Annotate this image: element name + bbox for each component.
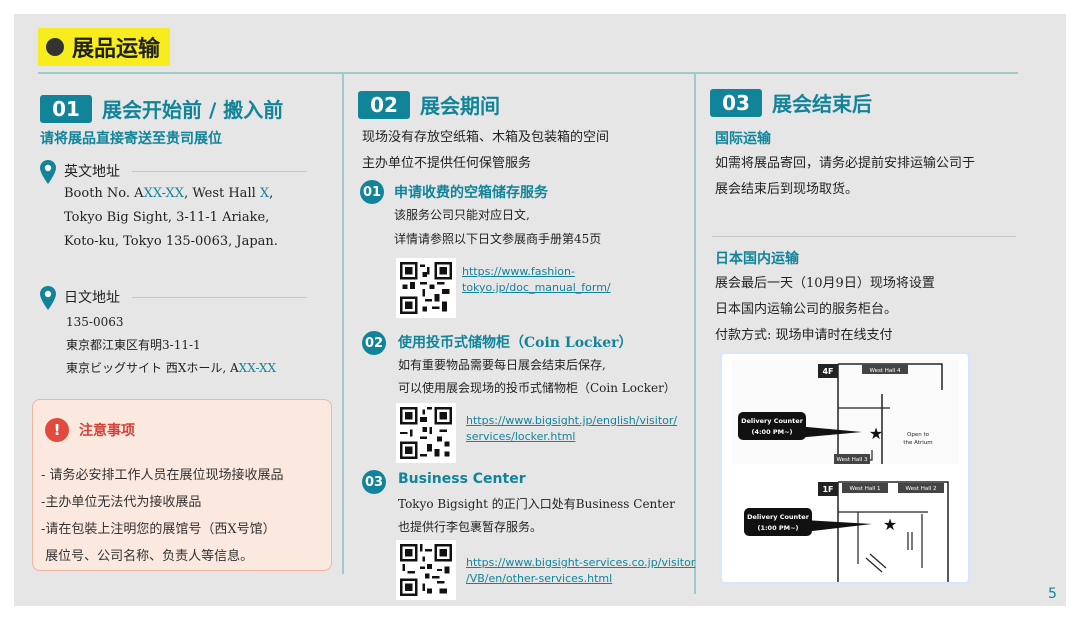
text: Booth No. A [64,186,144,201]
section-3-badge: 03 [710,88,762,117]
qr-code-icon [396,258,456,318]
intl-shipping-line-2: 展会结束后到现场取货。 [715,182,859,197]
divider [712,236,1016,237]
atrium-label-2: the Atrium [903,440,932,446]
section-3-title: 展会结束后 [772,92,872,116]
section-2-line-1: 现场没有存放空纸箱、木箱及包装箱的空间 [362,130,610,145]
booth-placeholder: XX-XX [143,186,185,201]
item-3-desc-1: Tokyo Bigsight 的正门入口处有Business Center [398,497,675,511]
en-address-line-3: Koto-ku, Tokyo 135-0063, Japan. [64,234,278,249]
item-3-number: 03 [362,470,386,494]
floor-1f-label: 1F [822,485,833,494]
star-marker-icon: ★ [869,424,883,443]
divider [132,171,307,172]
jp-address-label: 日文地址 [64,290,120,306]
hall-placeholder: X [259,186,270,201]
item-3-link[interactable]: https://www.bigsight-services.co.jp/visi… [466,555,695,587]
link-text[interactable]: /VB/en/other-services.html [466,571,695,587]
notice-item: -请在包裝上注明您的展馆号（西X号馆） [41,522,276,537]
hall-2-label: West Hall 2 [905,486,936,492]
hall-1-label: West Hall 1 [849,486,880,492]
link-text[interactable]: https://www.bigsight-services.co.jp/visi… [466,555,695,571]
intl-shipping-title: 国际运输 [715,131,771,147]
link-text[interactable]: https://www.bigsight.jp/english/visitor/ [466,413,677,429]
domestic-shipping-line-2: 日本国内运输公司的服务柜台。 [715,302,898,317]
counter-top-label: Delivery Counter [741,417,804,425]
column-divider-1 [342,74,344,574]
floor-map: 4F West Hall 4 West Hall 3 Open to the A… [719,351,971,585]
notice-list: - 请务必安排工作人员在展位现场接收展品 -主办单位无法代为接收展品 -请在包裝… [41,462,284,570]
domestic-shipping-line-1: 展会最后一天（10月9日）现场将设置 [715,276,935,291]
item-2-number: 02 [362,331,386,355]
link-text[interactable]: services/locker.html [466,429,677,445]
hall-3-label: West Hall 3 [836,457,868,463]
counter-bottom-label: Delivery Counter [747,513,810,521]
item-1-number: 01 [360,180,384,204]
page-title: 展品运输 [72,36,161,62]
payment-method: 付款方式: 现场申请时在线支付 [715,328,893,343]
item-2-title: 使用投币式储物柜（Coin Locker） [398,335,633,351]
link-text[interactable]: tokyo.jp/doc_manual_form/ [462,280,611,296]
section-2-badge: 02 [358,90,410,119]
location-pin-icon [40,286,56,310]
atrium-label-1: Open to [907,432,930,438]
page-number: 5 [1048,586,1057,602]
en-address-label: 英文地址 [64,164,120,180]
notice-title: 注意事项 [79,423,135,439]
text: , West Hall [184,186,260,201]
floor-4f-label: 4F [822,367,833,376]
item-2-desc-2: 可以使用展会现场的投币式储物柜（Coin Locker） [398,381,676,395]
location-pin-icon [40,160,56,184]
item-3-desc-2: 也提供行李包裹暂存服务。 [398,520,543,534]
text: 東京ビッグサイト 西Xホール, A [66,361,239,375]
star-marker-icon: ★ [883,515,897,534]
title-box: 展品运输 [38,28,171,66]
section-2-title: 展会期间 [420,94,500,118]
counter-top-time: (4:00 PM~) [751,428,792,436]
domestic-shipping-title: 日本国内运输 [715,251,799,267]
section-3-header: 03 展会结束后 [710,88,872,117]
slide: 展品运输 01 展会开始前 / 搬入前 请将展品直接寄送至贵司展位 英文地址 B… [14,14,1066,606]
en-address-line-2: Tokyo Big Sight, 3-11-1 Ariake, [64,210,270,225]
intl-shipping-line-1: 如需将展品寄回，请务必提前安排运输公司于 [715,156,976,171]
section-1-title: 展会开始前 / 搬入前 [102,98,284,122]
en-address-line-1: Booth No. AXX-XX, West Hall X, [64,182,273,206]
divider [132,297,307,298]
item-1-link[interactable]: https://www.fashion- tokyo.jp/doc_manual… [462,264,611,296]
item-2-link[interactable]: https://www.bigsight.jp/english/visitor/… [466,413,677,445]
section-2-line-2: 主办单位不提供任何保管服务 [362,156,532,171]
warning-icon: ! [45,418,69,442]
notice-item: 展位号、公司名称、负责人等信息。 [41,549,254,564]
section-1-badge: 01 [40,94,92,123]
column-divider-2 [694,74,696,594]
notice-item: -主办单位无法代为接收展品 [41,495,202,510]
text: , [269,186,274,201]
link-text[interactable]: https://www.fashion- [462,264,611,280]
section-1-subtitle: 请将展品直接寄送至贵司展位 [40,131,222,147]
item-1-desc-1: 该服务公司只能对应日文, [394,208,530,222]
qr-code-icon [396,403,456,463]
booth-placeholder: XX-XX [238,361,277,375]
notice-box: ! 注意事项 - 请务必安排工作人员在展位现场接收展品 -主办单位无法代为接收展… [32,399,332,571]
counter-bottom-time: (1:00 PM~) [757,524,798,532]
bullet-dot-icon [46,38,64,56]
header-divider [38,72,1018,74]
jp-address-line-1: 135-0063 [66,315,124,329]
hall-4-label: West Hall 4 [869,368,901,374]
jp-address-line-2: 東京都江東区有明3-11-1 [66,338,201,352]
item-3-title: Business Center [398,471,526,487]
item-2-desc-1: 如有重要物品需要每日展会结束后保存, [398,358,606,372]
qr-code-icon [396,540,456,600]
section-2-header: 02 展会期间 [358,90,500,119]
section-1-header: 01 展会开始前 / 搬入前 [40,94,283,123]
item-1-title: 申请收费的空箱储存服务 [394,185,548,201]
notice-item: - 请务必安排工作人员在展位现场接收展品 [41,468,284,483]
jp-address-line-3: 東京ビッグサイト 西Xホール, AXX-XX [66,357,276,379]
item-1-desc-2: 详情请参照以下日文参展商手册第45页 [394,232,602,246]
